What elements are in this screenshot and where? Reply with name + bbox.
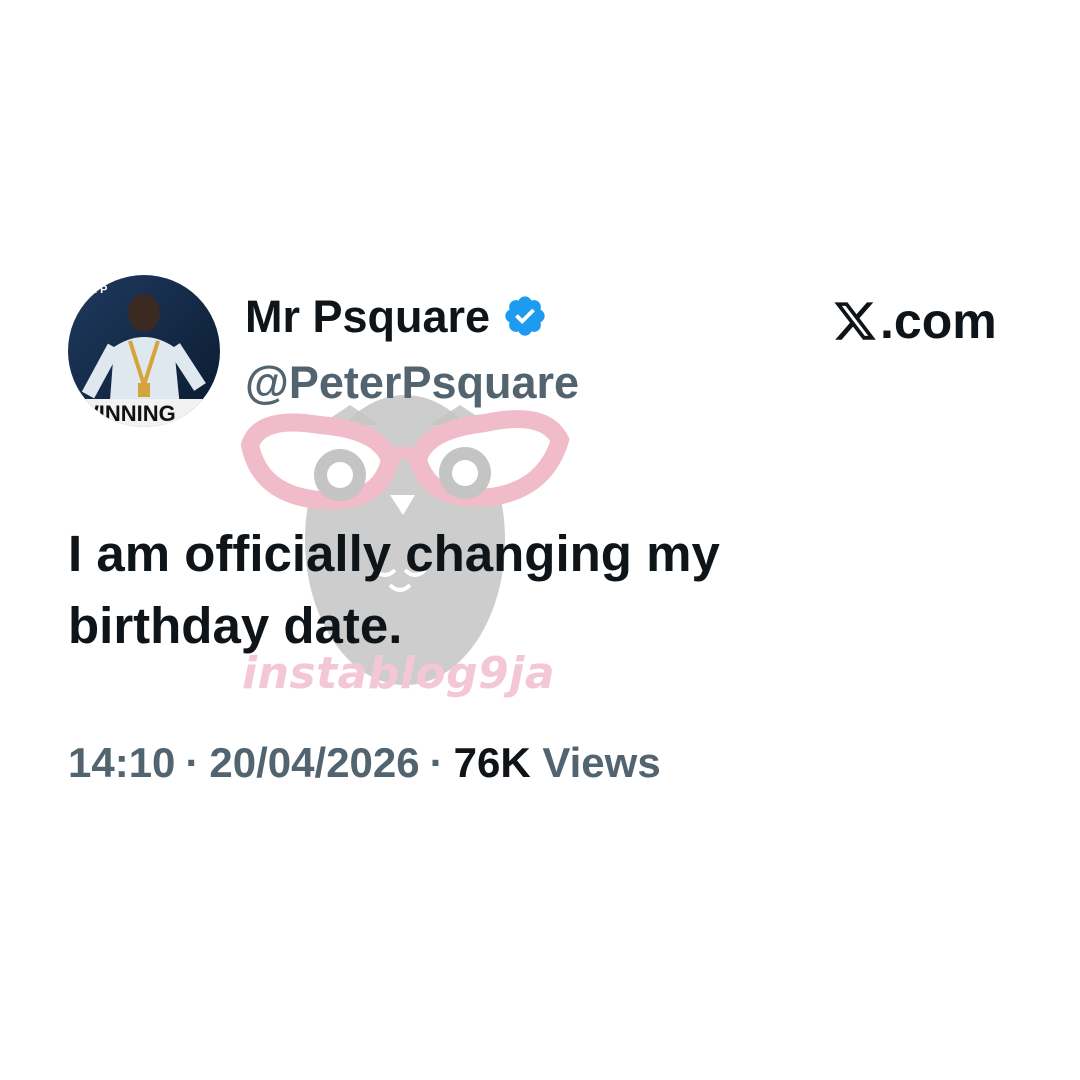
tweet-meta: 14:10 · 20/04/2026 · 76K Views [68, 742, 661, 784]
brand-label: .com [832, 296, 997, 346]
x-logo-icon [834, 302, 876, 340]
tweet-date[interactable]: 20/04/2026 [209, 739, 419, 786]
views-count: 76K [453, 739, 531, 786]
avatar-caption: WINNING [78, 401, 176, 426]
views-label: Views [542, 739, 661, 786]
tweet-text: I am officially changing my birthday dat… [68, 525, 720, 654]
avatar-corner-text: MR P [80, 284, 108, 296]
brand-text: .com [880, 293, 997, 349]
verified-badge-icon [505, 296, 545, 336]
author-name-row: Mr Psquare [245, 293, 548, 339]
author-handle[interactable]: @PeterPsquare [245, 360, 579, 405]
meta-separator: · [185, 739, 200, 786]
meta-separator: · [429, 739, 444, 786]
tweet-time[interactable]: 14:10 [68, 739, 175, 786]
display-name[interactable]: Mr Psquare [245, 294, 490, 339]
avatar[interactable]: WINNING MR P [68, 275, 220, 427]
